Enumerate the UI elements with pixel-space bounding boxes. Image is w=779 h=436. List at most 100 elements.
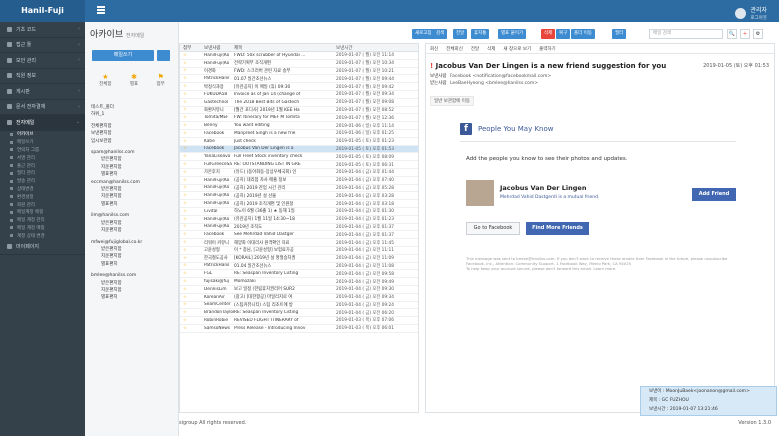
sidebar-subitem[interactable]: 계정 상태 변경 xyxy=(0,232,85,240)
sidebar-item-mypage[interactable]: 마이페이지 xyxy=(0,240,85,256)
reader-action[interactable]: 새 창으로 보기 xyxy=(503,46,531,52)
search-button[interactable]: 🔍 xyxy=(727,29,737,39)
logout-link[interactable]: 로그아웃 xyxy=(750,16,767,21)
mail-row[interactable]: ☆ SeamCenter (스팀커뮤니티) 스팀 리조트에 방 2019-01-04 … xyxy=(180,302,418,310)
folder-item[interactable]: 전체편지함 xyxy=(91,123,175,130)
mail-row[interactable]: ☆ KoreanAir (광고) [대한항공] 마일리지로 여 2019-01-04 … xyxy=(180,294,418,302)
star-icon[interactable]: ☆ xyxy=(180,84,204,89)
mail-row[interactable]: ☆ 한국철도공사 [KORAIL] 2019년 설 명절승차권 2019-01-04 … xyxy=(180,255,418,263)
sidebar-item[interactable]: 게시판 › xyxy=(0,84,85,100)
folder-item[interactable]: 별표편지 xyxy=(91,171,175,178)
sidebar-subitem[interactable]: 아카이브 xyxy=(0,131,85,139)
star-icon[interactable]: ☆ xyxy=(180,295,204,300)
sidebar-subitem[interactable]: 연락처 그룹 xyxy=(0,146,85,154)
mail-row[interactable]: ☆ Civital 하노이 6월 (36출 1) ★ 동해 1일 2019-01-04… xyxy=(180,208,418,216)
mail-from[interactable]: Facebook <notification@facebookmail.com> xyxy=(450,74,551,79)
star-icon[interactable]: ☆ xyxy=(180,131,204,136)
star-icon[interactable]: ☆ xyxy=(180,61,204,66)
sidebar-subitem[interactable]: 출근 관리 xyxy=(0,162,85,170)
quick-filter[interactable]: ⚑ 첨부 xyxy=(157,73,165,87)
reader-action[interactable]: 전체회신 xyxy=(446,46,463,52)
mail-row[interactable]: ☆ SamsoNews Press Release - Introducing In… xyxy=(180,325,418,333)
star-icon[interactable]: ☆ xyxy=(180,139,204,144)
folder-item[interactable]: bmlee@hanilss.com xyxy=(91,272,175,279)
star-icon[interactable]: ☆ xyxy=(180,107,204,112)
mail-row[interactable]: ☆ DennisLim 보고 일정 (한림휴지권리어 SUR2 2019-01-04 … xyxy=(180,286,418,294)
star-icon[interactable]: ☆ xyxy=(180,256,204,261)
gear-icon[interactable]: ⚙ xyxy=(753,29,763,39)
mail-row[interactable]: ☆ HanilFuji(Ko (공지) 2019 잔업 시간 관리 2019-01-0… xyxy=(180,185,418,193)
mail-row[interactable]: ☆ FGL RE: Seaspan Inventory Listing 2019-01… xyxy=(180,270,418,279)
sidebar-subitem[interactable]: 서명 관리 xyxy=(0,154,85,162)
folder-item[interactable]: 지운편지함 xyxy=(91,253,175,260)
folder-item[interactable]: 지운편지함 xyxy=(91,287,175,294)
sidebar-subitem[interactable]: 필터 관리 xyxy=(0,169,85,177)
star-icon[interactable]: ☆ xyxy=(180,209,204,214)
user-menu[interactable]: 관리자 로그아웃 xyxy=(735,5,767,21)
sidebar-item[interactable]: 직원 정보 xyxy=(0,69,85,84)
search-input[interactable]: 메일 검색 xyxy=(649,29,723,39)
toolbar-button[interactable]: 검색 xyxy=(433,29,448,39)
star-icon[interactable]: ☆ xyxy=(180,178,204,183)
toolbar-button[interactable]: 새로고침 xyxy=(412,29,435,39)
mail-row[interactable]: ☆ HanilFuji(Ko FWD: 50x scrubber of Hyunda… xyxy=(180,52,418,60)
folder-item[interactable]: 지운편지함 xyxy=(91,227,175,234)
folder-item[interactable]: 지운편지함 xyxy=(91,193,175,200)
mail-row[interactable]: ☆ HanilFuji(Ko 전략기획부 조직개편 2019-01-07 ( 월) 오… xyxy=(180,60,418,68)
mail-row[interactable]: ☆ Katie Just check 2019-01-05 ( 토) 오후 01:23 xyxy=(180,138,418,146)
folder-item[interactable]: 받은편지함 xyxy=(91,220,175,227)
sidebar-subitem[interactable]: 메일쓰기 xyxy=(0,138,85,146)
sidebar-subitem[interactable]: 상태변경 xyxy=(0,185,85,193)
sidebar-subitem[interactable]: 발송 관리 xyxy=(0,177,85,185)
mail-row[interactable]: ☆ YanaLiseava Full Fleet Stock inventory c… xyxy=(180,153,418,162)
toolbar-button[interactable]: 폴더 이동 xyxy=(571,29,595,39)
folder-item[interactable]: 하위_1 xyxy=(91,111,175,118)
toolbar-button[interactable]: 전달 xyxy=(453,29,468,39)
star-icon[interactable]: ☆ xyxy=(180,123,204,128)
star-icon[interactable]: ☆ xyxy=(180,271,204,276)
mail-row[interactable]: ☆ Benny You want editing 2019-01-06 ( 일) 오후… xyxy=(180,122,418,130)
brand-logo[interactable]: Hanil-Fuji xyxy=(0,0,85,22)
folder-item[interactable]: eccman@hanilss.com xyxy=(91,179,175,186)
mail-row[interactable]: ☆ 리워이 커뮤니 해양화 이대리사 원격확인 자료 2019-01-04 ( 금) … xyxy=(180,239,418,247)
mail-row[interactable]: ☆ fujisaki@fuj Momozaki 2019-01-04 ( 금) 오전 … xyxy=(180,278,418,286)
folder-item[interactable]: 보낸편지함 xyxy=(91,130,175,137)
mail-row[interactable]: ☆ BrandonTaylor RE: Seaspan Inventory List… xyxy=(180,309,418,318)
folder-item[interactable]: 지운편지함 xyxy=(91,164,175,171)
folder-item[interactable]: 받은편지함 xyxy=(91,246,175,253)
mail-to[interactable]: LeeBaeHyeong <bmlee@hanilss.com> xyxy=(450,81,538,86)
mail-row[interactable]: ☆ 가온후지 (유드) (동아화동-장상우체국회) 인 2019-01-04 ( 금)… xyxy=(180,169,418,177)
star-icon[interactable]: ☆ xyxy=(180,115,204,120)
folder-item[interactable]: 별표편지 xyxy=(91,201,175,208)
star-icon[interactable]: ☆ xyxy=(180,310,204,315)
reader-action[interactable]: 전달 xyxy=(471,46,479,52)
star-icon[interactable]: ☆ xyxy=(180,224,204,229)
star-icon[interactable]: ☆ xyxy=(180,193,204,198)
sidebar-item[interactable]: 전자메일 ⌄ xyxy=(0,115,85,131)
toolbar-button[interactable]: 복구 xyxy=(556,29,571,39)
star-icon[interactable]: ☆ xyxy=(180,92,204,97)
sidebar-subitem[interactable]: 환경설정 xyxy=(0,193,85,201)
mail-row[interactable]: ☆ Facebook Manpreet Singh is a new frie 201… xyxy=(180,130,418,138)
mail-row[interactable]: ☆ Tomita/MEF FW: Itinerary for MEF M Tomit… xyxy=(180,114,418,123)
mail-row[interactable]: ☆ Gastechnol The 2018 Best Bits of Gastech… xyxy=(180,99,418,107)
star-icon[interactable]: ☆ xyxy=(180,100,204,105)
new-mail-notification[interactable]: 보낸이 : MoonJuBaek<joonanon@gmail.com> 제목 … xyxy=(640,386,777,416)
folder-item[interactable]: spam@hanilss.com xyxy=(91,149,175,156)
folder-item[interactable]: 임시보관함 xyxy=(91,138,175,145)
star-icon[interactable]: ☆ xyxy=(180,232,204,237)
star-icon[interactable]: ☆ xyxy=(180,68,204,73)
star-icon[interactable]: ☆ xyxy=(180,318,204,323)
folder-item[interactable]: mfwei@fujiglobal.co.kr xyxy=(91,239,175,246)
mail-row[interactable]: ☆ 고윤성형 이 * 종님, [고윤성형] 보험료가공 2019-01-04 ( 금)… xyxy=(180,247,418,255)
folder-item[interactable]: 테스트_폴더 xyxy=(91,104,175,111)
reader-action[interactable]: 출력하기 xyxy=(539,46,556,52)
sidebar-subitem[interactable]: 메일 계정 매핑 xyxy=(0,224,85,232)
add-icon[interactable]: + xyxy=(740,29,750,39)
star-icon[interactable]: ☆ xyxy=(180,53,204,58)
hamburger-icon[interactable] xyxy=(97,6,105,14)
star-icon[interactable]: ☆ xyxy=(180,240,204,245)
folder-item[interactable]: 받은편지함 xyxy=(91,156,175,163)
quick-filter[interactable]: ★ 전체함 xyxy=(99,73,111,87)
go-to-facebook-button[interactable]: Go to Facebook xyxy=(466,222,520,235)
